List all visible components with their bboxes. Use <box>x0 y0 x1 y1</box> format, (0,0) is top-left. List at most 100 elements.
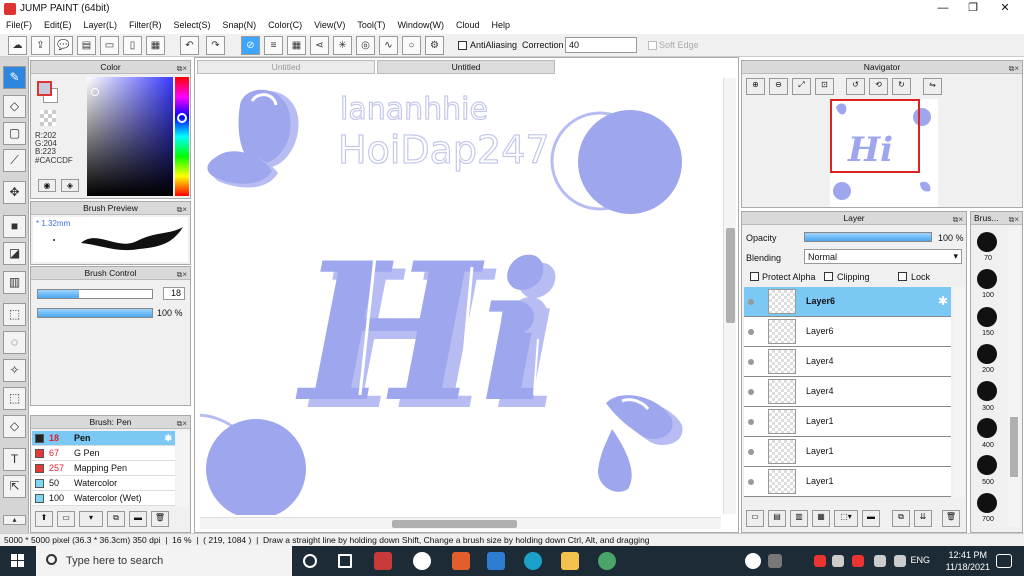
layer-row[interactable]: Layer6 ✱ <box>744 287 951 317</box>
visibility-icon[interactable] <box>748 449 754 455</box>
brush-size-dot[interactable] <box>977 493 997 513</box>
shape-snap-icon[interactable]: ○ <box>402 36 421 55</box>
drawing-canvas[interactable]: lananhhie HoiDap247 Hi Hi <box>200 77 721 515</box>
brush-size-dot[interactable] <box>977 269 997 289</box>
panel-popout-icon[interactable]: ⧉× <box>177 417 187 430</box>
edge-icon[interactable] <box>524 552 542 570</box>
gear-icon[interactable]: ✱ <box>164 431 172 445</box>
zoom-in-icon[interactable]: ⊕ <box>746 78 765 95</box>
brush-list-scrollbar[interactable] <box>176 431 189 507</box>
saturation-value-picker[interactable] <box>87 77 173 196</box>
menu-view[interactable]: View(V) <box>308 18 351 34</box>
menu-edit[interactable]: Edit(E) <box>38 18 78 34</box>
menu-layer[interactable]: Layer(L) <box>78 18 124 34</box>
vertical-scroll-thumb[interactable] <box>726 228 735 323</box>
horizontal-scrollbar[interactable] <box>200 517 721 529</box>
task-view-icon[interactable] <box>338 554 352 568</box>
tab-untitled-2[interactable]: Untitled <box>377 60 555 74</box>
visibility-icon[interactable] <box>748 389 754 395</box>
people-tray-icon[interactable] <box>768 554 782 568</box>
zoom-out-icon[interactable]: ⊖ <box>769 78 788 95</box>
copy-brush-icon[interactable]: ⧉ <box>107 511 125 527</box>
language-indicator[interactable]: ENG <box>910 555 930 565</box>
soft-edge-checkbox[interactable] <box>648 41 657 50</box>
panel-popout-icon[interactable]: ⧉× <box>1009 213 1019 226</box>
rectangle-tool-icon[interactable]: ▢ <box>3 122 26 145</box>
brush-size-value[interactable]: 18 <box>163 287 185 300</box>
lock-checkbox[interactable] <box>898 272 907 281</box>
layer-menu-icon[interactable]: ⬚▾ <box>834 510 858 527</box>
visibility-icon[interactable] <box>748 329 754 335</box>
fit-window-icon[interactable]: ⤢ <box>792 78 811 95</box>
layer-row[interactable]: Layer1 <box>744 437 951 467</box>
brush-opacity-slider[interactable] <box>37 308 153 318</box>
menu-tool[interactable]: Tool(T) <box>351 18 391 34</box>
menu-color[interactable]: Color(C) <box>262 18 308 34</box>
protect-alpha-checkbox[interactable] <box>750 272 759 281</box>
panel-popout-icon[interactable]: ⧉× <box>177 62 187 75</box>
perspective-snap-icon[interactable]: ⋖ <box>310 36 329 55</box>
document-icon[interactable]: ▭ <box>100 36 119 55</box>
palette-icon[interactable]: ◈ <box>61 179 79 192</box>
pen-tool-icon[interactable]: ✎ <box>3 66 26 89</box>
folder-icon[interactable]: ▬ <box>129 511 147 527</box>
visibility-icon[interactable] <box>748 359 754 365</box>
layer-row[interactable]: Layer4 <box>744 347 951 377</box>
file-explorer-icon[interactable] <box>561 552 579 570</box>
menu-window[interactable]: Window(W) <box>391 18 450 34</box>
layer-row[interactable]: Layer4 <box>744 377 951 407</box>
comment-icon[interactable]: 💬 <box>54 36 73 55</box>
wifi-icon[interactable] <box>874 555 886 567</box>
bucket-tool-icon[interactable]: ◪ <box>3 242 26 265</box>
layer-row[interactable]: Layer1 <box>744 467 951 497</box>
visibility-icon[interactable] <box>748 479 754 485</box>
layer-row[interactable]: Layer6 <box>744 317 951 347</box>
select-rect-tool-icon[interactable]: ⬚ <box>3 303 26 326</box>
volume-icon[interactable] <box>894 555 906 567</box>
fill-rect-tool-icon[interactable]: ■ <box>3 215 26 238</box>
menu-snap[interactable]: Snap(N) <box>217 18 263 34</box>
hue-cursor[interactable] <box>177 113 187 123</box>
antivirus-tray-icon[interactable] <box>814 555 826 567</box>
brush-size-dot[interactable] <box>977 307 997 327</box>
parallel-snap-icon[interactable]: ≡ <box>264 36 283 55</box>
clock[interactable]: 12:41 PM 11/18/2021 <box>946 549 990 573</box>
visibility-icon[interactable] <box>748 299 754 305</box>
new-brush-icon[interactable]: ▭ <box>57 511 75 527</box>
panel-popout-icon[interactable]: ⧉× <box>177 203 187 216</box>
radial-snap-icon[interactable]: ✳ <box>333 36 352 55</box>
hue-slider[interactable] <box>175 77 189 196</box>
add-brush-icon[interactable]: ⬆ <box>35 511 53 527</box>
magic-wand-tool-icon[interactable]: ✧ <box>3 359 26 382</box>
color-cursor[interactable] <box>91 88 99 96</box>
color-picker-icon[interactable]: ◉ <box>38 179 56 192</box>
close-button[interactable]: ✕ <box>990 0 1020 18</box>
new-layer-icon[interactable]: ▭ <box>746 510 764 527</box>
foreground-color-swatch[interactable] <box>37 81 52 96</box>
transparent-color-swatch[interactable] <box>40 110 56 126</box>
snap-settings-icon[interactable]: ⚙ <box>425 36 444 55</box>
move-tool-icon[interactable]: ✥ <box>3 181 26 204</box>
brush-item[interactable]: 257 Mapping Pen <box>32 461 175 476</box>
brush-item[interactable]: 50 Watercolor <box>32 476 175 491</box>
upload-icon[interactable]: ⇪ <box>31 36 50 55</box>
panel-popout-icon[interactable]: ⧉× <box>1009 62 1019 75</box>
grid-settings-icon[interactable]: ▦ <box>146 36 165 55</box>
gear-icon[interactable]: ✱ <box>938 294 948 308</box>
panel-popout-icon[interactable]: ⧉× <box>953 213 963 226</box>
brush-item[interactable]: 67 G Pen <box>32 446 175 461</box>
brush-size-dot[interactable] <box>977 344 997 364</box>
windows-start-button[interactable] <box>0 546 36 576</box>
blending-select[interactable]: Normal ▾ <box>804 249 962 264</box>
message-icon[interactable]: ▤ <box>77 36 96 55</box>
layer-opacity-slider[interactable] <box>804 232 932 242</box>
merge-layer-icon[interactable]: ⇊ <box>914 510 932 527</box>
brush-size-dot[interactable] <box>977 381 997 401</box>
brush-item[interactable]: 100 Watercolor (Wet) <box>32 491 175 506</box>
delete-layer-icon[interactable]: 🗑 <box>942 510 960 527</box>
clipping-checkbox[interactable] <box>824 272 833 281</box>
visibility-icon[interactable] <box>748 419 754 425</box>
duplicate-layer-icon[interactable]: ⧉ <box>892 510 910 527</box>
line-tool-icon[interactable]: ⟋ <box>3 149 26 172</box>
help-tray-icon[interactable] <box>745 553 761 569</box>
